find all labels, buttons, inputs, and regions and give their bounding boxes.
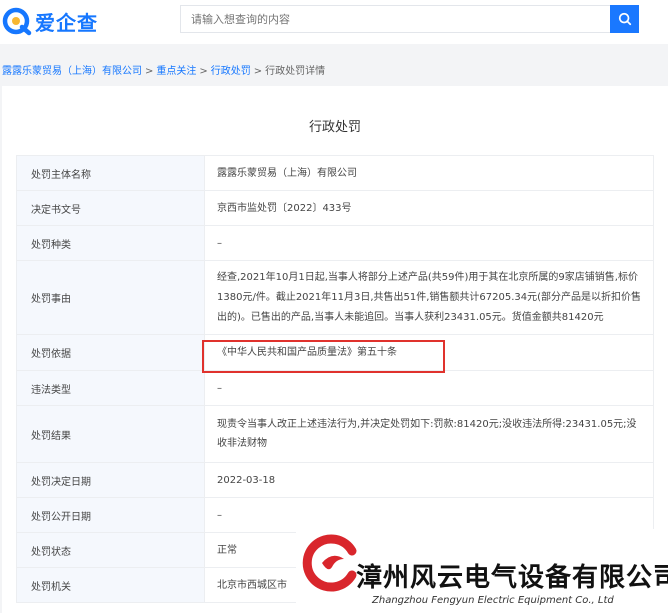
row-value: 2022-03-18 xyxy=(204,462,654,498)
breadcrumb: 露露乐蒙贸易（上海）有限公司 > 重点关注 > 行政处罚 > 行政处罚详情 xyxy=(2,62,325,77)
search-button[interactable] xyxy=(610,5,639,33)
table-row: 处罚事由 经查,2021年10月1日起,当事人将部分上述产品(共59件)用于其在… xyxy=(16,260,654,335)
row-label: 处罚主体名称 xyxy=(16,155,205,191)
aiqicha-logo-icon xyxy=(2,7,32,36)
row-label: 处罚状态 xyxy=(16,532,205,568)
breadcrumb-current: 行政处罚详情 xyxy=(265,66,326,77)
breadcrumb-separator: > xyxy=(145,66,154,77)
row-value: 经查,2021年10月1日起,当事人将部分上述产品(共59件)用于其在北京所属的… xyxy=(204,260,654,335)
row-label: 处罚事由 xyxy=(16,260,205,335)
row-label: 处罚公开日期 xyxy=(16,497,205,533)
logo-text: 爱企查 xyxy=(35,10,98,35)
breadcrumb-key-focus[interactable]: 重点关注 xyxy=(156,66,196,77)
table-row: 处罚决定日期 2022-03-18 xyxy=(16,462,654,498)
row-label: 处罚种类 xyxy=(16,225,205,261)
breadcrumb-separator: > xyxy=(199,66,208,77)
row-label: 处罚结果 xyxy=(16,405,205,463)
breadcrumb-separator: > xyxy=(253,66,263,77)
breadcrumb-company[interactable]: 露露乐蒙贸易（上海）有限公司 xyxy=(2,66,142,77)
table-row: 处罚结果 现责令当事人改正上述违法行为,并决定处罚如下:罚款:81420元;没收… xyxy=(16,405,654,463)
row-label: 处罚依据 xyxy=(16,334,205,371)
table-row: 处罚主体名称 露露乐蒙贸易（上海）有限公司 xyxy=(16,155,654,191)
row-label: 决定书文号 xyxy=(16,190,205,226)
table-row: 处罚种类 – xyxy=(16,225,654,261)
table-row: 决定书文号 京西市监处罚〔2022〕433号 xyxy=(16,190,654,226)
row-value: – xyxy=(204,497,654,533)
row-value: 京西市监处罚〔2022〕433号 xyxy=(204,190,654,226)
company-watermark: 漳州风云电气设备有限公司 Zhangzhou Fengyun Electric … xyxy=(296,529,668,613)
row-label: 违法类型 xyxy=(16,370,205,406)
watermark-company-name-en: Zhangzhou Fengyun Electric Equipment Co.… xyxy=(372,595,614,606)
breadcrumb-admin-penalty[interactable]: 行政处罚 xyxy=(211,66,251,77)
row-value: 《中华人民共和国产品质量法》第五十条 xyxy=(204,334,654,371)
row-value: – xyxy=(204,370,654,406)
table-row: 处罚依据 《中华人民共和国产品质量法》第五十条 xyxy=(16,334,654,371)
fengyun-logo-icon xyxy=(302,534,357,592)
site-logo[interactable]: 爱企查 xyxy=(2,6,98,36)
search-bar xyxy=(180,5,639,33)
top-header: 爱企查 xyxy=(0,0,668,44)
row-label: 处罚机关 xyxy=(16,567,205,603)
table-row: 违法类型 – xyxy=(16,370,654,406)
search-icon xyxy=(618,12,631,26)
search-input[interactable] xyxy=(180,5,610,33)
table-row: 处罚公开日期 – xyxy=(16,497,654,533)
row-value: 现责令当事人改正上述违法行为,并决定处罚如下:罚款:81420元;没收违法所得:… xyxy=(204,405,654,463)
row-label: 处罚决定日期 xyxy=(16,462,205,498)
row-value: – xyxy=(204,225,654,261)
watermark-company-name: 漳州风云电气设备有限公司 xyxy=(356,563,668,593)
row-value: 露露乐蒙贸易（上海）有限公司 xyxy=(204,155,654,191)
page-title: 行政处罚 xyxy=(308,120,361,135)
